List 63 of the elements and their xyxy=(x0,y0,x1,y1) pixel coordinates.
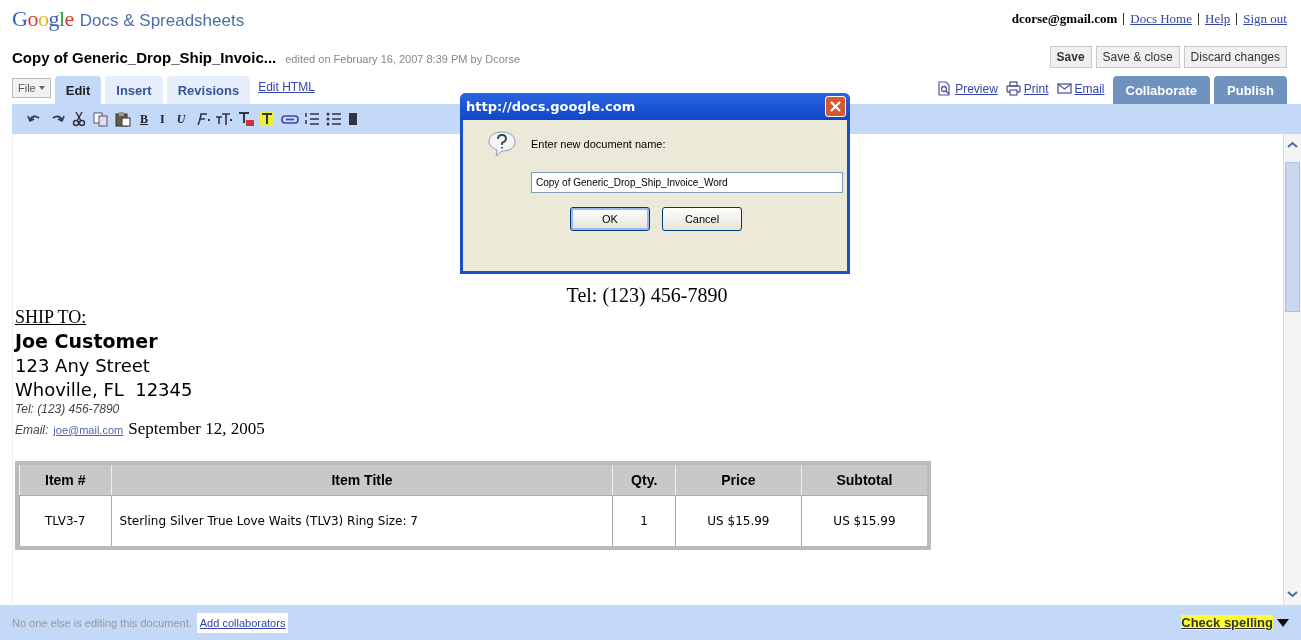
document-name-field[interactable]: Copy of Generic_Drop_Ship_Invoice_Word xyxy=(531,172,843,193)
dialog-button[interactable]: OK xyxy=(570,207,650,231)
table-cell: US $15.99 xyxy=(674,495,801,546)
scroll-thumb[interactable] xyxy=(1285,162,1300,312)
format-button[interactable]: I xyxy=(156,111,169,127)
dialog-prompt: Enter new document name: xyxy=(531,138,666,150)
ship-to-label: SHIP TO: xyxy=(15,307,87,327)
question-bubble-icon xyxy=(487,130,517,158)
copy-icon[interactable] xyxy=(92,111,110,127)
logo[interactable]: Google xyxy=(12,6,74,32)
company-phone: Tel: (123) 456-7890 xyxy=(565,284,729,307)
preview-icon[interactable] xyxy=(937,81,953,96)
document-title: Copy of Generic_Drop_Ship_Invoic... xyxy=(12,48,277,66)
customer-name: Joe Customer xyxy=(15,330,159,352)
email-label: Email: xyxy=(15,423,49,437)
status-message: No one else is editing this document. xyxy=(12,616,192,629)
city-address: Whoville, FL 12345 xyxy=(15,379,194,400)
tab[interactable]: Revisions xyxy=(166,76,251,104)
column-header: Item # xyxy=(19,465,111,495)
tab[interactable]: Insert xyxy=(105,76,163,104)
check-spelling-link[interactable]: Check spelling xyxy=(1181,615,1273,630)
header-link[interactable]: Sign out xyxy=(1243,11,1287,27)
text-color-icon[interactable] xyxy=(237,111,256,127)
dropdown-caret-icon[interactable] xyxy=(1277,618,1289,627)
numbered-list-icon[interactable] xyxy=(303,111,322,127)
format-button[interactable]: U xyxy=(172,111,190,127)
add-collaborators-link[interactable]: Add collaborators xyxy=(196,612,289,633)
column-header: Qty. xyxy=(612,465,675,495)
invoice-date: September 12, 2005 xyxy=(128,419,265,439)
dialog-button[interactable]: Cancel xyxy=(662,207,742,231)
table-cell: 1 xyxy=(612,495,675,546)
action-button[interactable]: Discard changes xyxy=(1183,46,1287,68)
edit-html-link[interactable]: Edit HTML xyxy=(258,80,315,94)
column-header: Subtotal xyxy=(800,465,927,495)
cut-icon[interactable] xyxy=(70,111,88,127)
size-icon[interactable] xyxy=(215,111,234,127)
email-link[interactable]: joe@mail.com xyxy=(53,424,124,436)
column-header: Item Title xyxy=(110,465,613,495)
customer-phone: Tel: (123) 456-7890 xyxy=(15,402,121,416)
edited-info: edited on February 16, 2007 8:39 PM by Dcorse xyxy=(285,52,521,65)
bullet-list-icon[interactable] xyxy=(325,111,344,127)
email-icon[interactable] xyxy=(1056,81,1072,96)
file-menu-button[interactable]: File xyxy=(12,78,51,98)
header-link[interactable]: Docs Home xyxy=(1130,11,1192,27)
product-name: Docs & Spreadsheets xyxy=(79,11,245,31)
account-email: dcorse@gmail.com xyxy=(1011,11,1118,27)
preview-link[interactable]: Preview xyxy=(955,81,998,96)
action-button[interactable]: Save xyxy=(1049,46,1092,68)
table-cell: US $15.99 xyxy=(800,495,927,546)
dialog-title: http://docs.google.com xyxy=(466,99,636,114)
print-link[interactable]: Print xyxy=(1023,81,1049,96)
print-icon[interactable] xyxy=(1005,81,1021,96)
paste-icon[interactable] xyxy=(114,111,132,127)
format-button[interactable]: B xyxy=(136,111,152,127)
street-address: 123 Any Street xyxy=(15,355,151,376)
header-link[interactable]: Help xyxy=(1205,11,1231,27)
tab[interactable]: Edit xyxy=(54,76,102,104)
table-cell: Sterling Silver True Love Waits (TLV3) Ring Size: 7 xyxy=(110,495,613,546)
email-link[interactable]: Email xyxy=(1074,81,1105,96)
scrollbar[interactable] xyxy=(1283,134,1301,605)
column-header: Price xyxy=(674,465,801,495)
action-button[interactable]: Save & close xyxy=(1095,46,1180,68)
table-cell: TLV3-7 xyxy=(19,495,111,546)
